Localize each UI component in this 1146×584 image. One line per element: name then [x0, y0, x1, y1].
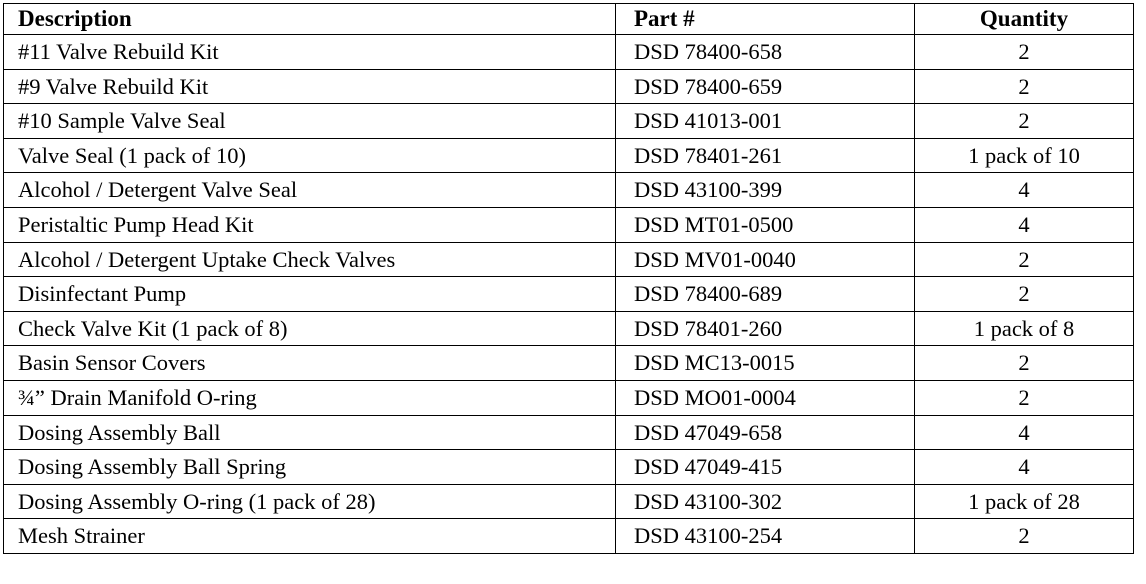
table-row: Valve Seal (1 pack of 10) DSD 78401-261 1 … — [3, 137, 1134, 174]
cell-description: Valve Seal (1 pack of 10) — [3, 137, 616, 174]
table-body: #11 Valve Rebuild Kit DSD 78400-658 2 #9 Va… — [3, 34, 1134, 554]
cell-description: Dosing Assembly Ball Spring — [3, 449, 616, 485]
table-row: Mesh Strainer DSD 43100-254 2 — [3, 518, 1134, 554]
cell-quantity: 2 — [914, 34, 1134, 70]
parts-table: Description Part # Quantity #11 Valve Re… — [3, 3, 1134, 554]
cell-quantity: 1 pack of 10 — [914, 137, 1134, 174]
column-header-part-number: Part # — [615, 3, 915, 35]
column-header-description: Description — [3, 3, 616, 35]
cell-description: Mesh Strainer — [3, 518, 616, 554]
table-row: Dosing Assembly Ball DSD 47049-658 4 — [3, 414, 1134, 451]
cell-part-number: DSD 78400-658 — [615, 34, 915, 70]
cell-quantity: 2 — [914, 345, 1134, 381]
cell-quantity: 2 — [914, 276, 1134, 312]
cell-part-number: DSD 41013-001 — [615, 103, 915, 139]
cell-description: Disinfectant Pump — [3, 276, 616, 312]
table-row: Alcohol / Detergent Valve Seal DSD 43100-… — [3, 172, 1134, 208]
cell-part-number: DSD 43100-399 — [615, 172, 915, 208]
cell-quantity: 4 — [914, 206, 1134, 243]
cell-quantity: 1 pack of 28 — [914, 483, 1134, 520]
cell-quantity: 4 — [914, 449, 1134, 485]
cell-part-number: DSD 43100-302 — [615, 483, 915, 520]
table-row: Peristaltic Pump Head Kit DSD MT01-0500 4 — [3, 206, 1134, 243]
cell-description: Dosing Assembly O-ring (1 pack of 28) — [3, 483, 616, 520]
cell-description: Alcohol / Detergent Valve Seal — [3, 172, 616, 208]
cell-quantity: 2 — [914, 518, 1134, 554]
cell-description: ¾” Drain Manifold O-ring — [3, 379, 616, 416]
table-header-row: Description Part # Quantity — [3, 3, 1134, 35]
cell-description: #9 Valve Rebuild Kit — [3, 68, 616, 105]
cell-part-number: DSD MO01-0004 — [615, 379, 915, 416]
column-header-quantity: Quantity — [914, 3, 1134, 35]
cell-part-number: DSD 78401-260 — [615, 310, 915, 347]
cell-quantity: 2 — [914, 68, 1134, 105]
cell-description: #10 Sample Valve Seal — [3, 103, 616, 139]
cell-description: Basin Sensor Covers — [3, 345, 616, 381]
table-row: Disinfectant Pump DSD 78400-689 2 — [3, 276, 1134, 312]
cell-part-number: DSD 43100-254 — [615, 518, 915, 554]
cell-quantity: 4 — [914, 414, 1134, 451]
cell-part-number: DSD 78401-261 — [615, 137, 915, 174]
cell-quantity: 2 — [914, 103, 1134, 139]
table-row: Basin Sensor Covers DSD MC13-0015 2 — [3, 345, 1134, 381]
cell-part-number: DSD 47049-415 — [615, 449, 915, 485]
table-row: Dosing Assembly O-ring (1 pack of 28) DSD… — [3, 483, 1134, 520]
cell-part-number: DSD MT01-0500 — [615, 206, 915, 243]
parts-table-container: Description Part # Quantity #11 Valve Re… — [3, 3, 1134, 554]
cell-quantity: 1 pack of 8 — [914, 310, 1134, 347]
table-row: Dosing Assembly Ball Spring DSD 47049-415… — [3, 449, 1134, 485]
cell-quantity: 2 — [914, 379, 1134, 416]
table-row: #11 Valve Rebuild Kit DSD 78400-658 2 — [3, 34, 1134, 70]
table-row: #9 Valve Rebuild Kit DSD 78400-659 2 — [3, 68, 1134, 105]
cell-part-number: DSD 78400-689 — [615, 276, 915, 312]
cell-description: Dosing Assembly Ball — [3, 414, 616, 451]
cell-description: #11 Valve Rebuild Kit — [3, 34, 616, 70]
cell-description: Peristaltic Pump Head Kit — [3, 206, 616, 243]
table-row: #10 Sample Valve Seal DSD 41013-001 2 — [3, 103, 1134, 139]
table-row: Check Valve Kit (1 pack of 8) DSD 78401-2… — [3, 310, 1134, 347]
cell-part-number: DSD MC13-0015 — [615, 345, 915, 381]
cell-part-number: DSD 78400-659 — [615, 68, 915, 105]
table-row: Alcohol / Detergent Uptake Check Valves D… — [3, 241, 1134, 278]
cell-part-number: DSD 47049-658 — [615, 414, 915, 451]
cell-part-number: DSD MV01-0040 — [615, 241, 915, 278]
cell-quantity: 4 — [914, 172, 1134, 208]
cell-description: Alcohol / Detergent Uptake Check Valves — [3, 241, 616, 278]
cell-description: Check Valve Kit (1 pack of 8) — [3, 310, 616, 347]
table-row: ¾” Drain Manifold O-ring DSD MO01-0004 2 — [3, 379, 1134, 416]
cell-quantity: 2 — [914, 241, 1134, 278]
table-header: Description Part # Quantity — [3, 3, 1134, 35]
